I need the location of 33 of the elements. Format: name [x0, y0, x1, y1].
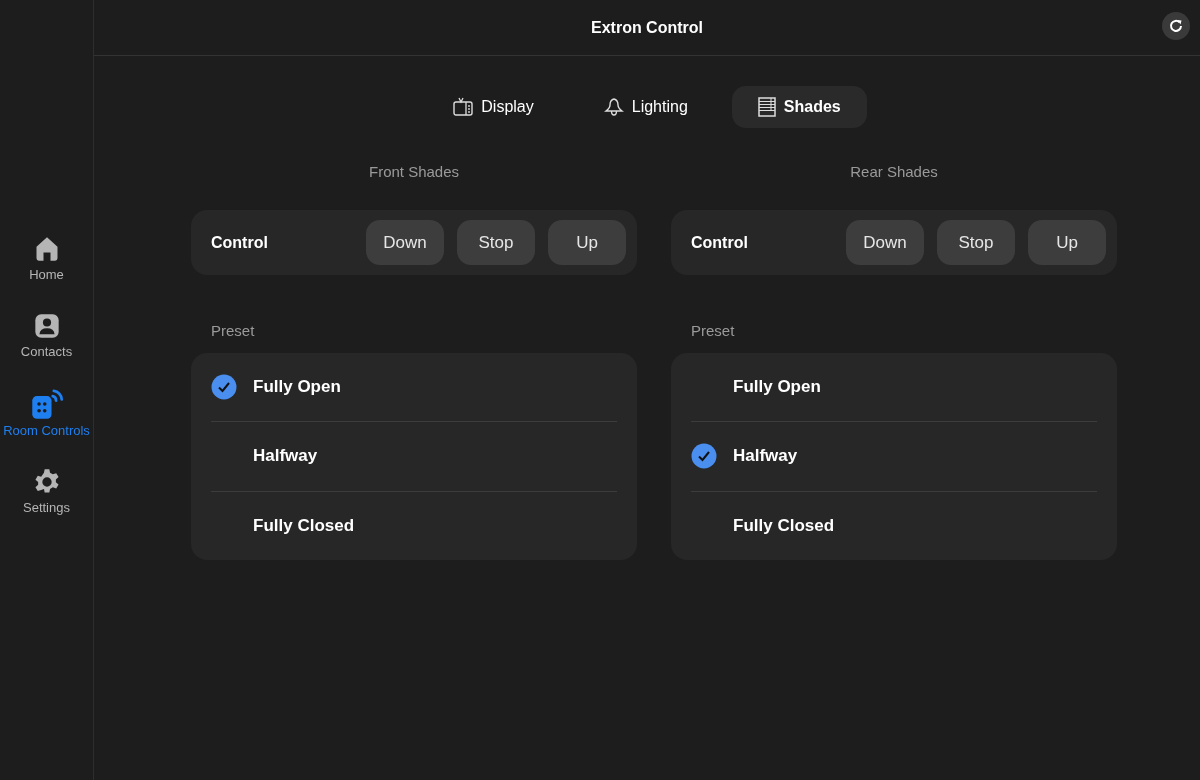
tv-icon: [453, 97, 474, 117]
contact-icon: [32, 312, 61, 340]
refresh-icon: [1168, 18, 1184, 34]
section-title: Front Shades: [367, 163, 461, 180]
sidebar-item[interactable]: Room Controls: [0, 389, 94, 438]
sidebar-item[interactable]: Contacts: [0, 312, 94, 359]
preset-option[interactable]: Halfway: [691, 422, 1097, 492]
bell-lamp-icon: [603, 97, 624, 117]
window-shade-icon: [757, 97, 776, 117]
remote-wireless-icon: [29, 389, 64, 419]
sidebar-item[interactable]: Settings: [0, 468, 94, 515]
control-label: Control: [211, 233, 268, 252]
shade-button[interactable]: Up: [548, 220, 626, 265]
section-title: Rear Shades: [849, 163, 939, 180]
preset-label: Preset: [691, 322, 736, 339]
shade-button[interactable]: Stop: [937, 220, 1015, 265]
preset-label: Preset: [211, 322, 256, 339]
sidebar-item[interactable]: Home: [0, 235, 94, 282]
shade-button[interactable]: Up: [1028, 220, 1106, 265]
shade-button[interactable]: Down: [846, 220, 924, 265]
control-label: Control: [691, 233, 748, 252]
refresh-button[interactable]: [1162, 12, 1190, 40]
shade-button[interactable]: Down: [366, 220, 444, 265]
tab[interactable]: Shades: [731, 86, 867, 128]
preset-option[interactable]: Halfway: [211, 422, 617, 492]
tab[interactable]: Display: [427, 86, 560, 128]
preset-option[interactable]: Fully Closed: [211, 491, 617, 560]
preset-option[interactable]: Fully Closed: [691, 491, 1097, 560]
window-title: Extron Control: [591, 18, 703, 37]
tab[interactable]: Lighting: [577, 86, 714, 128]
shade-button[interactable]: Stop: [457, 220, 535, 265]
preset-option[interactable]: Fully Open: [691, 353, 1097, 423]
preset-option[interactable]: Fully Open: [211, 353, 617, 423]
